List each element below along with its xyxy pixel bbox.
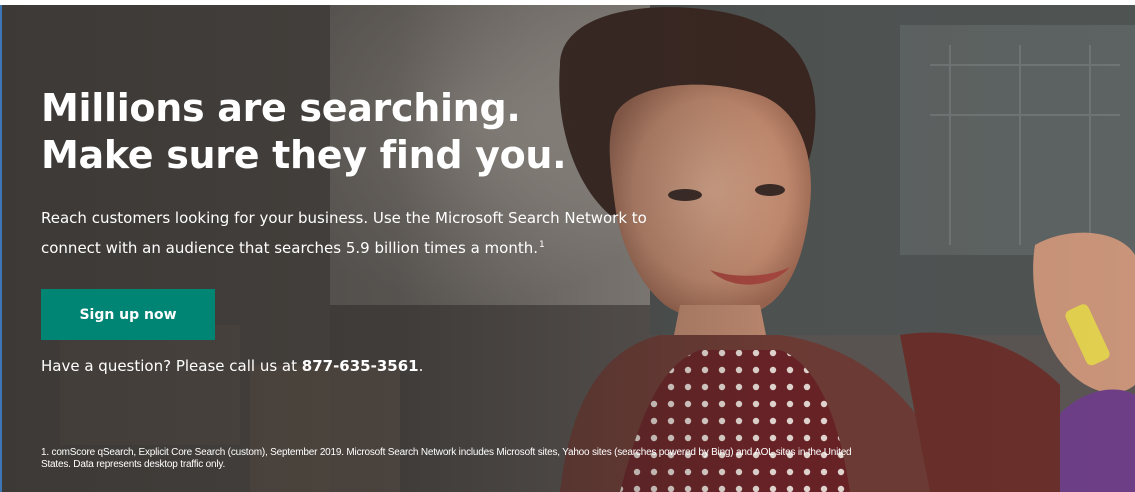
phone-number-link[interactable]: 877-635-3561 <box>302 357 419 375</box>
footnote-text: 1. comScore qSearch, Explicit Core Searc… <box>41 447 852 470</box>
contact-question: Have a question? Please call us at 877-6… <box>41 357 423 375</box>
hero-headline: Millions are searching. Make sure they f… <box>41 85 641 179</box>
left-edge-accent <box>0 5 2 492</box>
hero-description: Reach customers looking for your busines… <box>41 205 647 262</box>
hero-headline-line-1: Millions are searching. <box>41 86 521 130</box>
hero-description-line-2-text: connect with an audience that searches 5… <box>41 239 539 257</box>
hero-description-line-2: connect with an audience that searches 5… <box>41 232 611 262</box>
hero-banner: Millions are searching. Make sure they f… <box>0 5 1135 492</box>
hero-description-line-1: Reach customers looking for your busines… <box>41 209 647 227</box>
contact-question-prefix: Have a question? Please call us at <box>41 357 302 375</box>
hero-headline-line-2: Make sure they find you. <box>41 133 567 177</box>
footnote-reference[interactable]: 1 <box>539 240 545 250</box>
contact-question-suffix: . <box>418 357 424 375</box>
sign-up-now-button[interactable]: Sign up now <box>41 289 215 340</box>
